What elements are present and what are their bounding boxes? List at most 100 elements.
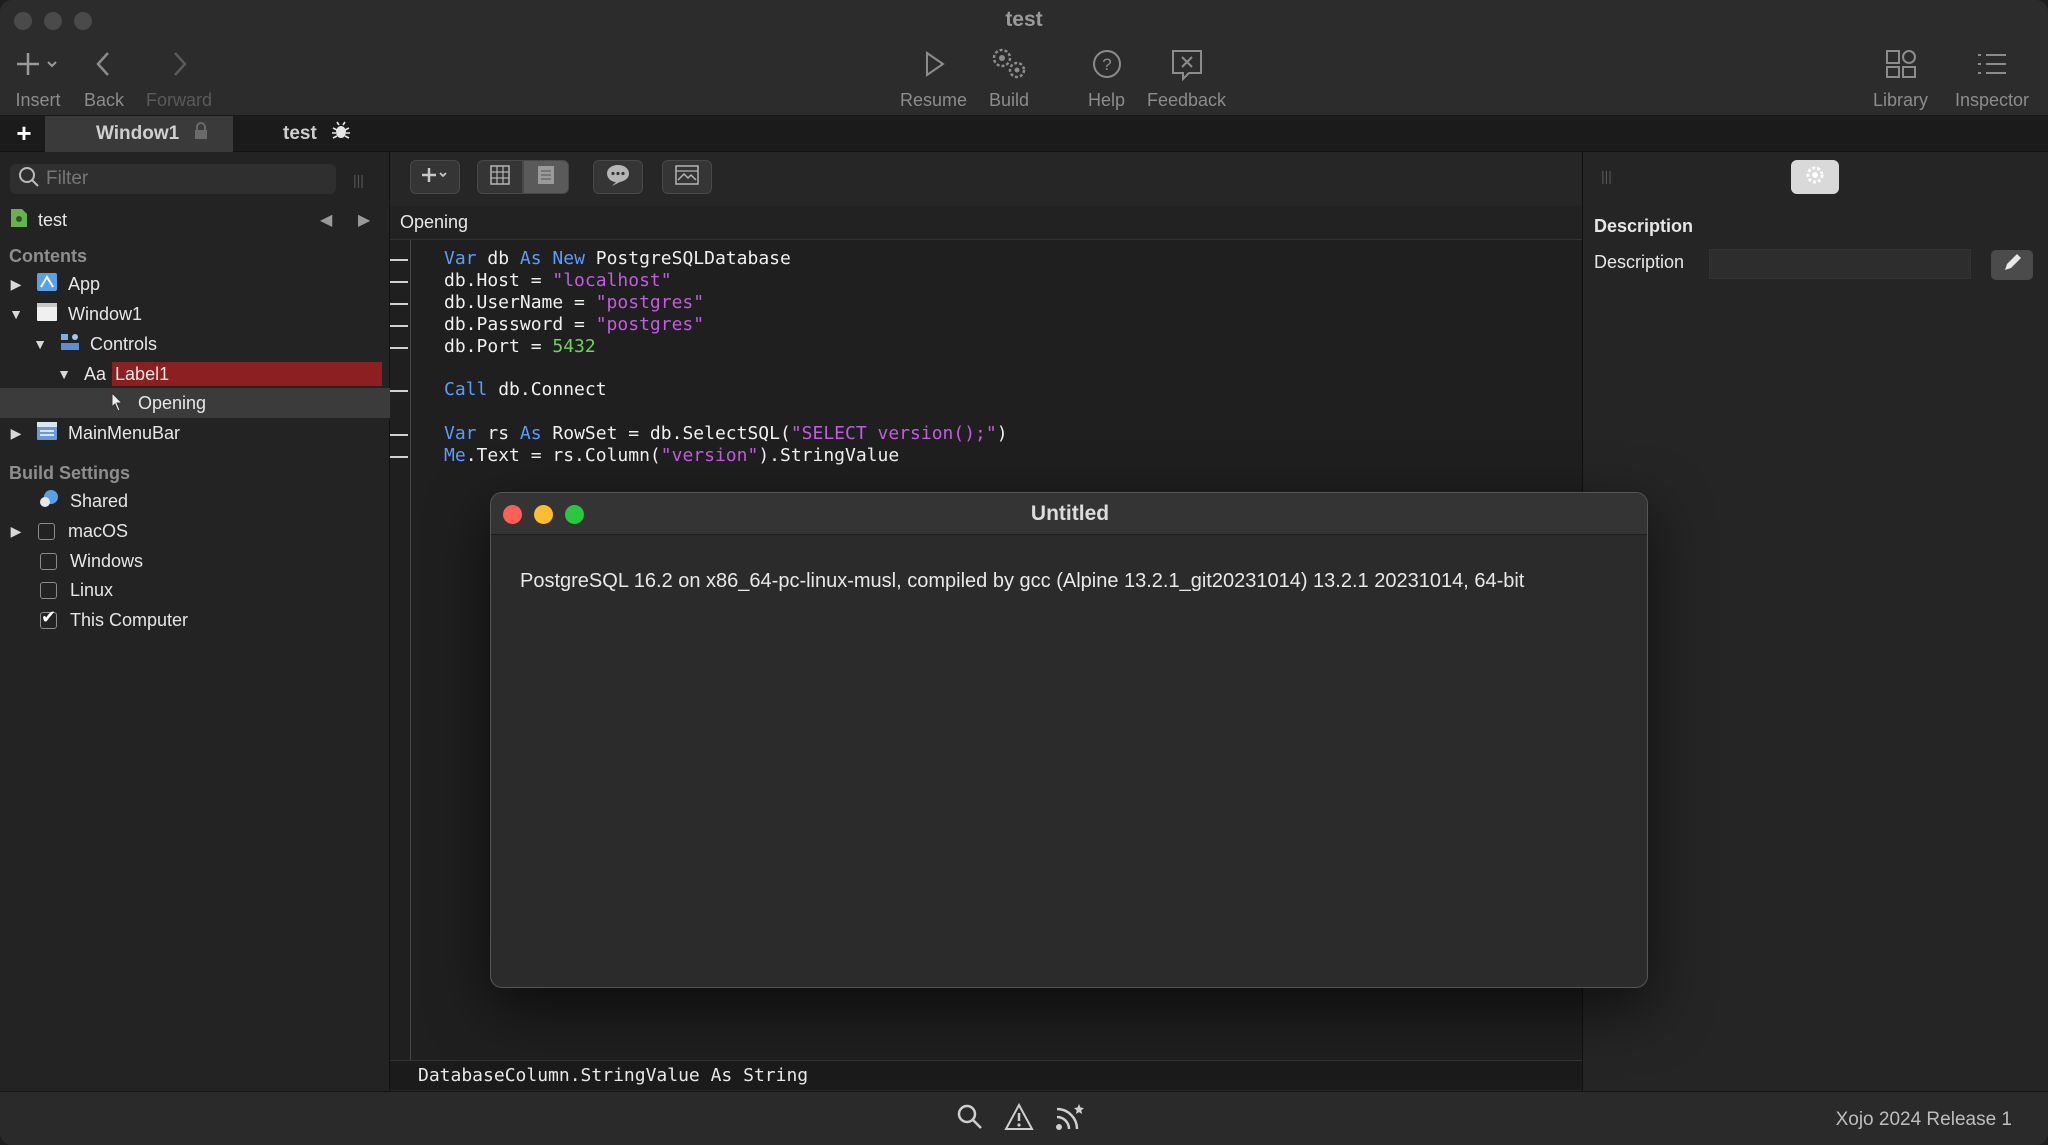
nav-back-icon[interactable]: ◀: [320, 210, 332, 230]
code-text: ).StringValue: [758, 445, 900, 466]
feedback-button[interactable]: Feedback: [1147, 44, 1226, 111]
library-label: Library: [1873, 90, 1929, 110]
line-marker: [390, 347, 408, 349]
code-line-7: Call db.Connect: [444, 379, 607, 400]
build-item-shared[interactable]: Shared: [0, 486, 390, 516]
nav-forward-icon[interactable]: ▶: [358, 210, 370, 230]
line-marker: [390, 390, 408, 392]
build-item-windows[interactable]: Windows: [0, 546, 390, 576]
event-handler-icon: [110, 391, 126, 416]
gears-icon: [987, 44, 1031, 84]
nav-item-controls-label: Controls: [90, 333, 158, 354]
build-item-windows-label: Windows: [70, 550, 144, 571]
keyword: As: [519, 423, 542, 444]
edit-description-button[interactable]: [1991, 250, 2033, 280]
code-text: db.Host =: [444, 270, 553, 291]
editor-toolbar: [390, 152, 1582, 202]
insert-button[interactable]: Insert: [14, 44, 62, 111]
project-row[interactable]: test ◀ ▶: [0, 205, 390, 235]
contents-header: Contents: [9, 245, 87, 266]
build-button[interactable]: Build: [987, 44, 1031, 111]
gear-icon: [1804, 164, 1826, 191]
build-item-this-computer-label: This Computer: [70, 609, 189, 630]
image-view-button[interactable]: [662, 160, 712, 194]
help-button[interactable]: ? Help: [1088, 44, 1125, 111]
nav-item-window1-label: Window1: [68, 303, 143, 324]
build-item-linux[interactable]: Linux: [0, 575, 390, 605]
nav-item-mainmenubar[interactable]: ▶ MainMenuBar: [0, 418, 390, 448]
warning-icon[interactable]: [1004, 1102, 1034, 1136]
tab-window1[interactable]: Window1: [45, 116, 233, 152]
disclosure-down-icon[interactable]: ▼: [32, 336, 48, 352]
dialog-title: Untitled: [1030, 502, 1110, 525]
nav-item-label1[interactable]: ▼ Aa Label1: [0, 359, 390, 389]
filter-bar: [10, 164, 336, 194]
keyword: Var: [444, 248, 477, 269]
document-icon: [535, 164, 557, 191]
inspector-label: Inspector: [1955, 90, 2030, 110]
speech-bubble-icon: [605, 163, 631, 192]
line-marker: [390, 325, 408, 327]
build-item-macos[interactable]: ▶ macOS: [0, 516, 390, 546]
code-view-button[interactable]: [523, 160, 569, 194]
disclosure-down-icon[interactable]: ▼: [8, 306, 24, 322]
feedback-icon: [1169, 44, 1205, 84]
tab-test[interactable]: test: [233, 116, 375, 152]
disclosure-right-icon[interactable]: ▶: [8, 523, 24, 540]
feed-icon[interactable]: [1054, 1102, 1086, 1137]
lock-icon: [193, 122, 209, 146]
library-icon: [1884, 44, 1918, 84]
string-literal: "SELECT version();": [790, 423, 997, 444]
code-line-4: db.Password = "postgres": [444, 314, 704, 335]
sidebar-resize-handle[interactable]: |||: [353, 172, 364, 188]
filter-input[interactable]: [46, 168, 326, 190]
disclosure-down-icon[interactable]: ▼: [56, 366, 72, 382]
disclosure-right-icon[interactable]: ▶: [8, 276, 24, 293]
grid-view-button[interactable]: [477, 160, 523, 194]
inspector-button[interactable]: Inspector: [1955, 44, 2029, 111]
library-button[interactable]: Library: [1873, 44, 1928, 111]
line-marker: [390, 303, 408, 305]
window-icon: [36, 302, 58, 327]
macos-checkbox[interactable]: [38, 522, 55, 540]
keyword: Var: [444, 423, 477, 444]
this-computer-checkbox[interactable]: [40, 607, 57, 629]
nav-item-controls[interactable]: ▼ Controls: [0, 329, 390, 359]
inspector-toolbar: |||: [1583, 152, 2048, 202]
search-icon[interactable]: [956, 1103, 984, 1136]
disclosure-right-icon[interactable]: ▶: [8, 425, 24, 442]
app-icon: [36, 272, 58, 297]
build-settings-header: Build Settings: [9, 462, 130, 483]
forward-button[interactable]: Forward: [146, 44, 212, 111]
add-member-button[interactable]: [410, 160, 460, 194]
build-item-macos-label: macOS: [68, 520, 129, 541]
windows-checkbox[interactable]: [40, 552, 57, 570]
comment-button[interactable]: [593, 160, 643, 194]
tab-test-label: test: [283, 123, 317, 144]
bug-icon: [331, 121, 351, 147]
inspector-settings-button[interactable]: [1791, 160, 1839, 194]
resume-button[interactable]: Resume: [900, 44, 967, 111]
nav-item-opening[interactable]: Opening: [0, 388, 390, 418]
linux-checkbox[interactable]: [40, 581, 57, 599]
description-field[interactable]: [1709, 249, 1971, 279]
keyword: Me: [444, 445, 466, 466]
code-text: db.Port =: [444, 336, 553, 357]
inspector-resize-handle[interactable]: |||: [1601, 168, 1612, 184]
help-label: Help: [1088, 90, 1126, 110]
menubar-icon: [36, 421, 58, 446]
search-icon: [18, 166, 40, 193]
code-text: rs: [476, 423, 520, 444]
string-literal: "localhost": [552, 270, 672, 291]
nav-item-label1-label: Label1: [115, 363, 170, 384]
nav-item-window1[interactable]: ▼ Window1: [0, 299, 390, 329]
string-literal: "postgres": [595, 292, 705, 313]
line-marker: [390, 434, 408, 436]
help-icon: ?: [1091, 44, 1123, 84]
window-title: test: [1005, 8, 1043, 31]
code-line-3: db.UserName = "postgres": [444, 292, 704, 313]
nav-item-app[interactable]: ▶ App: [0, 269, 390, 299]
build-item-this-computer[interactable]: This Computer: [0, 605, 390, 635]
add-tab-button[interactable]: +: [10, 120, 38, 148]
back-button[interactable]: Back: [84, 44, 124, 111]
